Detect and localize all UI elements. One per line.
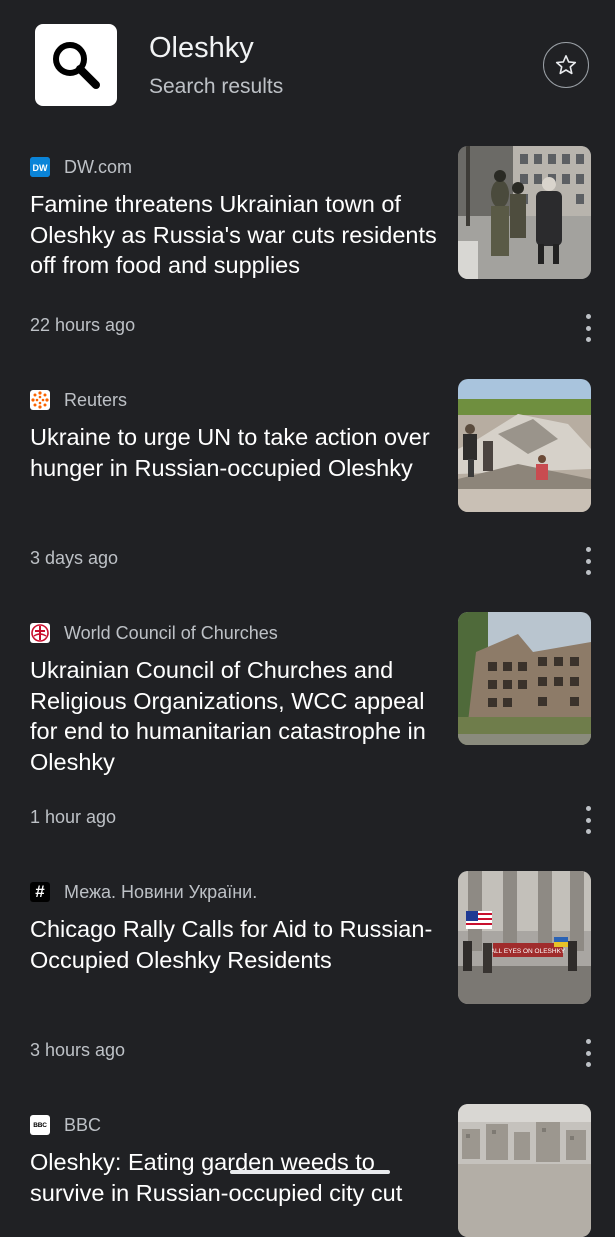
- page-title: Oleshky: [149, 32, 254, 64]
- source-row: Reuters: [30, 389, 127, 411]
- source-row: World Council of Churches: [30, 622, 278, 644]
- article-headline[interactable]: Ukrainian Council of Churches and Religi…: [30, 655, 442, 777]
- more-options-button[interactable]: [579, 547, 597, 575]
- article-thumbnail[interactable]: [458, 612, 591, 745]
- source-name: Межа. Новини України.: [64, 881, 258, 902]
- article-headline[interactable]: Oleshky: Eating garden weeds to survive …: [30, 1147, 442, 1208]
- article-thumbnail[interactable]: [458, 379, 591, 512]
- article-time: 3 hours ago: [30, 1040, 126, 1060]
- banner-text: ALL EYES ON OLESHKY: [491, 948, 566, 955]
- article-headline[interactable]: Ukraine to urge UN to take action over h…: [30, 422, 442, 483]
- source-row: # Межа. Новини України.: [30, 881, 257, 903]
- svg-text:DW: DW: [33, 163, 48, 173]
- app-header: Oleshky Search results: [0, 0, 615, 140]
- reuters-logo-icon: [30, 390, 50, 410]
- article-thumbnail[interactable]: ALL EYES ON OLESHKY: [458, 871, 591, 1004]
- article-time: 22 hours ago: [30, 315, 136, 335]
- source-name: World Council of Churches: [64, 622, 278, 643]
- more-vert-icon: [585, 1039, 591, 1044]
- more-vert-icon: [585, 806, 591, 811]
- source-row: BBC BBC: [30, 1114, 101, 1136]
- follow-star-button[interactable]: [543, 42, 589, 88]
- more-options-button[interactable]: [579, 1039, 597, 1067]
- search-app-icon[interactable]: [35, 24, 117, 106]
- wcc-logo-icon: [30, 623, 50, 643]
- source-name: BBC: [64, 1114, 102, 1135]
- source-name: DW.com: [64, 156, 133, 177]
- source-name: Reuters: [64, 389, 128, 410]
- star-outline-icon: [555, 55, 577, 75]
- hash-logo-icon: #: [30, 882, 50, 902]
- article-headline[interactable]: Chicago Rally Calls for Aid to Russian-O…: [30, 914, 442, 975]
- article-time: 3 days ago: [30, 548, 119, 568]
- home-indicator[interactable]: [230, 1170, 390, 1174]
- article-thumbnail[interactable]: [458, 1104, 591, 1237]
- article-headline[interactable]: Famine threatens Ukrainian town of Olesh…: [30, 189, 442, 281]
- search-icon: [53, 42, 100, 89]
- more-vert-icon: [585, 314, 591, 319]
- bbc-logo-icon: BBC: [30, 1115, 50, 1135]
- more-options-button[interactable]: [579, 806, 597, 834]
- article-time: 1 hour ago: [30, 807, 117, 827]
- more-options-button[interactable]: [579, 314, 597, 342]
- source-row: DW DW.com: [30, 156, 132, 178]
- article-thumbnail[interactable]: [458, 146, 591, 279]
- page-subtitle: Search results: [149, 75, 284, 98]
- dw-logo-icon: DW: [30, 157, 50, 177]
- more-vert-icon: [585, 547, 591, 552]
